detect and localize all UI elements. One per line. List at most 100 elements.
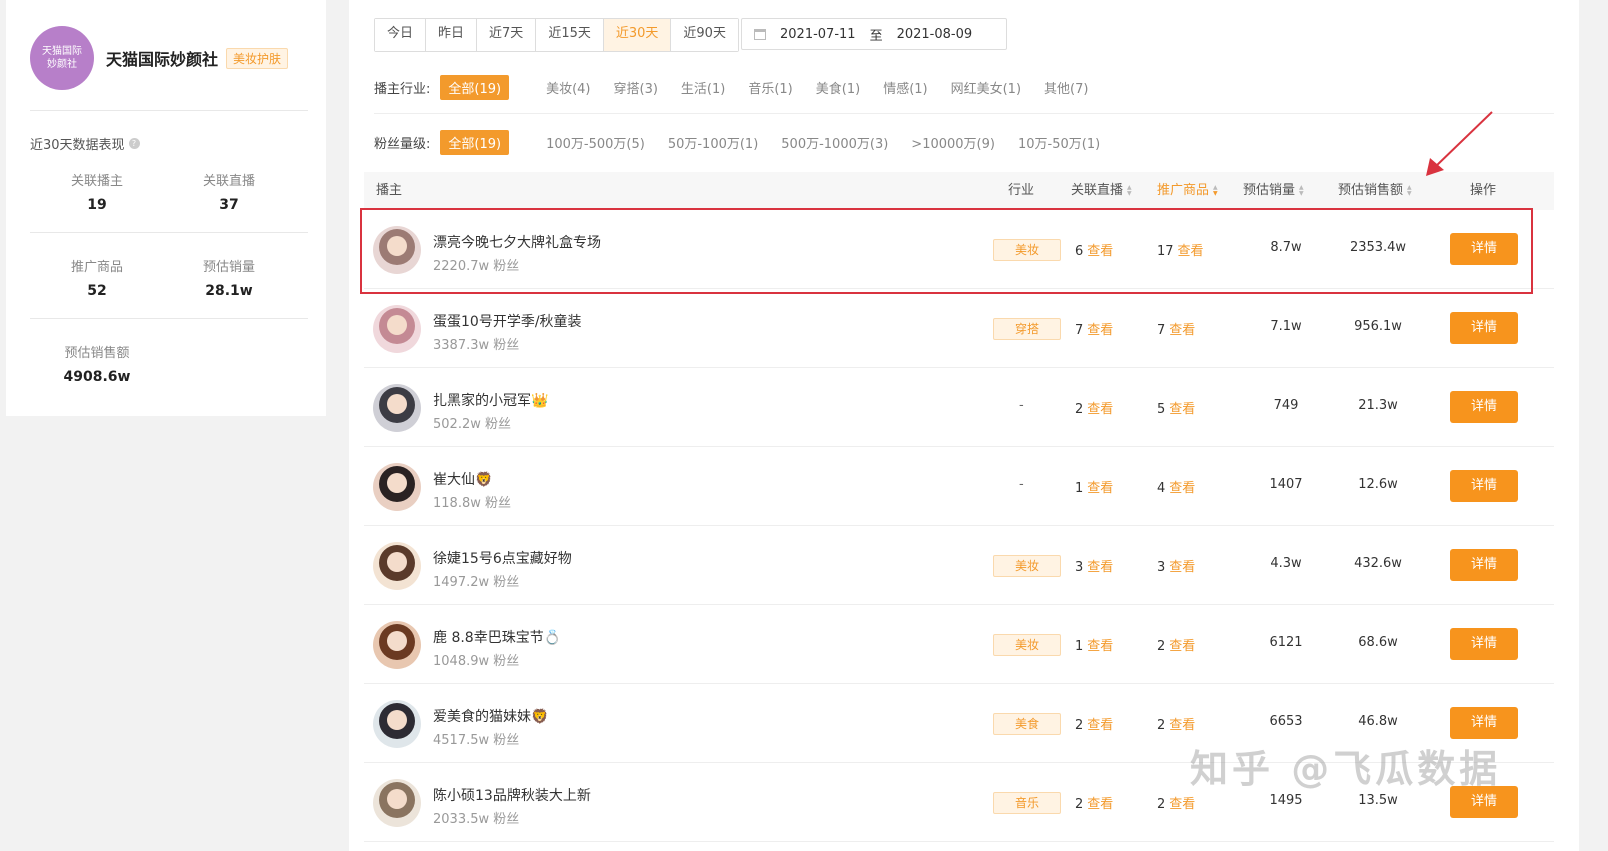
view-live-link[interactable]: 查看: [1087, 402, 1113, 417]
streamer-fans: 502.2w 粉丝: [433, 417, 511, 432]
tab-today[interactable]: 今日: [375, 19, 427, 51]
col-live-label: 关联直播: [1071, 183, 1124, 198]
stat-label: 推广商品: [70, 260, 123, 275]
col-goods[interactable]: 推广商品 ▲ ▼: [1157, 172, 1218, 210]
view-goods-link[interactable]: 查看: [1169, 718, 1195, 733]
filter-option[interactable]: 10万-50万(1): [1018, 131, 1100, 154]
avatar[interactable]: [373, 463, 421, 511]
live-count: 6 查看: [1075, 240, 1113, 259]
view-goods-link[interactable]: 查看: [1169, 402, 1195, 417]
streamer-name[interactable]: 扎黑家的小冠军👑: [433, 390, 548, 410]
sort-icon[interactable]: ▲ ▼: [1407, 185, 1412, 197]
view-live-link[interactable]: 查看: [1087, 718, 1113, 733]
filter-option[interactable]: 音乐(1): [748, 76, 792, 99]
streamer-name[interactable]: 爱美食的猫妹妹🦁: [433, 706, 548, 726]
revenue-value: 2353.4w: [1349, 240, 1407, 255]
sort-icon[interactable]: ▲ ▼: [1299, 185, 1304, 197]
sales-value: 1495: [1269, 793, 1303, 808]
view-live-link[interactable]: 查看: [1087, 323, 1113, 338]
tab-yesterday[interactable]: 昨日: [426, 19, 478, 51]
view-goods-link[interactable]: 查看: [1178, 244, 1204, 259]
table-row: 漂亮今晚七夕大牌礼盒专场 2220.7w 粉丝 美妆 6 查看 17 查看 8.7w…: [364, 210, 1554, 289]
view-goods-link[interactable]: 查看: [1169, 560, 1195, 575]
revenue-value: 46.8w: [1358, 714, 1398, 729]
streamer-name[interactable]: 鹿 8.8幸巴珠宝节💍: [433, 627, 561, 647]
filter-option[interactable]: 生活(1): [681, 76, 725, 99]
detail-button[interactable]: 详情: [1450, 391, 1518, 423]
filter-option[interactable]: 网红美女(1): [951, 76, 1021, 99]
detail-button[interactable]: 详情: [1450, 470, 1518, 502]
table-row: 扎黑家的小冠军👑 502.2w 粉丝 - 2 查看 5 查看 749 21.3w 详…: [364, 368, 1554, 447]
help-icon[interactable]: ?: [128, 138, 140, 149]
avatar[interactable]: [373, 305, 421, 353]
col-sales[interactable]: 预估销量 ▲ ▼: [1243, 172, 1304, 210]
view-live-link[interactable]: 查看: [1087, 797, 1113, 812]
sort-icon[interactable]: ▲ ▼: [1213, 185, 1218, 197]
date-range-tabs: 今日 昨日 近7天 近15天 近30天 近90天: [374, 18, 739, 52]
stat-linked-lives: 关联直播 37: [174, 170, 284, 213]
goods-count: 2 查看: [1157, 793, 1195, 812]
filter-option[interactable]: 500万-1000万(3): [781, 131, 888, 154]
view-goods-link[interactable]: 查看: [1169, 323, 1195, 338]
stats-title: 近30天数据表现 ?: [30, 134, 140, 153]
filter-option[interactable]: 情感(1): [883, 76, 927, 99]
avatar[interactable]: [373, 700, 421, 748]
detail-button[interactable]: 详情: [1450, 549, 1518, 581]
view-goods-link[interactable]: 查看: [1169, 481, 1195, 496]
tab-15-days[interactable]: 近15天: [536, 19, 604, 51]
col-live[interactable]: 关联直播 ▲ ▼: [1071, 172, 1132, 210]
stat-value: 28.1w: [205, 283, 253, 299]
arrow-annotation-icon: [1426, 111, 1493, 176]
col-revenue[interactable]: 预估销售额 ▲ ▼: [1338, 172, 1412, 210]
view-goods-link[interactable]: 查看: [1169, 639, 1195, 654]
tab-30-days[interactable]: 近30天: [603, 19, 672, 51]
divider: [30, 232, 308, 233]
view-live-link[interactable]: 查看: [1087, 244, 1113, 259]
streamer-name[interactable]: 漂亮今晚七夕大牌礼盒专场: [433, 232, 601, 252]
tab-90-days[interactable]: 近90天: [671, 19, 738, 51]
view-goods-link[interactable]: 查看: [1169, 797, 1195, 812]
industry-tag: 穿搭: [993, 318, 1061, 340]
revenue-value: 12.6w: [1358, 477, 1398, 492]
industry-empty: -: [1019, 477, 1024, 492]
sort-icon[interactable]: ▲ ▼: [1127, 185, 1132, 197]
date-separator: 至: [869, 28, 883, 44]
view-live-link[interactable]: 查看: [1087, 560, 1113, 575]
detail-button[interactable]: 详情: [1450, 628, 1518, 660]
avatar[interactable]: [373, 542, 421, 590]
filter-option[interactable]: 全部(19): [440, 130, 510, 155]
detail-button[interactable]: 详情: [1450, 233, 1518, 265]
detail-button[interactable]: 详情: [1450, 707, 1518, 739]
streamer-name[interactable]: 陈小硕13品牌秋装大上新: [433, 785, 591, 805]
goods-count-value: 17: [1157, 244, 1174, 259]
filter-option[interactable]: >10000万(9): [911, 131, 995, 154]
streamer-name[interactable]: 徐婕15号6点宝藏好物: [433, 548, 572, 568]
detail-button[interactable]: 详情: [1450, 312, 1518, 344]
filter-option[interactable]: 其他(7): [1044, 76, 1088, 99]
sales-value: 6121: [1269, 635, 1303, 650]
date-range-picker[interactable]: 2021-07-11 至 2021-08-09: [741, 18, 1007, 50]
live-count: 3 查看: [1075, 556, 1113, 575]
view-live-link[interactable]: 查看: [1087, 481, 1113, 496]
brand-category-tag: 美妆护肤: [226, 47, 289, 69]
avatar[interactable]: [373, 621, 421, 669]
streamer-fans: 2220.7w 粉丝: [433, 259, 520, 274]
filter-option[interactable]: 全部(19): [440, 75, 510, 100]
filter-option[interactable]: 100万-500万(5): [546, 131, 645, 154]
stat-value: 4908.6w: [63, 369, 131, 385]
filter-option[interactable]: 穿搭(3): [614, 76, 658, 99]
view-live-link[interactable]: 查看: [1087, 639, 1113, 654]
filter-option[interactable]: 50万-100万(1): [668, 131, 758, 154]
filter-option[interactable]: 美妆(4): [546, 76, 590, 99]
avatar[interactable]: [373, 384, 421, 432]
brand-logo-text: 天猫国际: [42, 46, 82, 57]
filter-option[interactable]: 美食(1): [816, 76, 860, 99]
tab-7-days[interactable]: 近7天: [477, 19, 537, 51]
avatar[interactable]: [373, 779, 421, 827]
streamer-name[interactable]: 崔大仙🦁: [433, 469, 492, 489]
live-count: 2 查看: [1075, 793, 1113, 812]
sales-value: 4.3w: [1270, 556, 1302, 571]
streamer-name[interactable]: 蛋蛋10号开学季/秋童装: [433, 311, 582, 331]
avatar[interactable]: [373, 226, 421, 274]
col-industry: 行业: [1008, 183, 1035, 198]
